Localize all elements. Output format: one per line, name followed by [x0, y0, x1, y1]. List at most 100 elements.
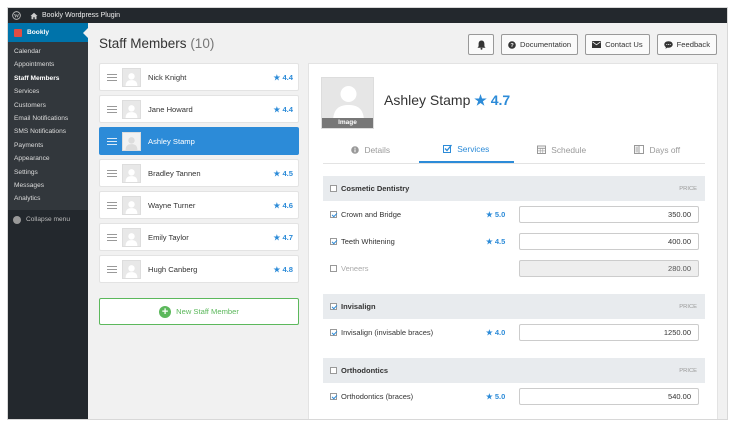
service-row: Orthodontics (braces) ★ 5.0 540.00	[323, 383, 705, 410]
page-title: Staff Members (10)	[99, 36, 214, 51]
tab-details[interactable]: Details	[323, 136, 419, 163]
tab-days-off[interactable]: Days off	[610, 136, 706, 163]
sidebar-item-customers[interactable]: Customers	[8, 99, 88, 112]
header-actions: ? Documentation Contact Us Feedback	[468, 34, 717, 55]
sidebar-item-payments[interactable]: Payments	[8, 139, 88, 152]
sidebar-item-appointments[interactable]: Appointments	[8, 58, 88, 71]
avatar	[122, 131, 141, 151]
service-checkbox[interactable]	[330, 265, 337, 272]
star-icon: ★	[273, 265, 281, 274]
staff-rating-value: 4.7	[282, 233, 293, 242]
group-checkbox[interactable]	[330, 303, 337, 310]
service-group-header[interactable]: Orthodontics PRICE	[323, 358, 705, 383]
drag-handle-icon[interactable]	[107, 265, 117, 273]
contact-us-label: Contact Us	[605, 40, 643, 49]
star-icon: ★	[474, 92, 487, 108]
collapse-menu-label: Collapse menu	[26, 216, 70, 224]
sidebar-item-sms-notifications[interactable]: SMS Notifications	[8, 125, 88, 138]
envelope-icon	[592, 41, 602, 48]
staff-name: Wayne Turner	[148, 200, 196, 210]
service-row: Teeth Whitening ★ 4.5 400.00	[323, 228, 705, 255]
documentation-button[interactable]: ? Documentation	[501, 34, 579, 55]
staff-item[interactable]: Hugh Canberg ★ 4.8	[99, 255, 299, 283]
staff-rating-value: 4.5	[282, 169, 293, 178]
sidebar-item-email-notifications[interactable]: Email Notifications	[8, 112, 88, 125]
service-rating: ★ 5.0	[486, 210, 505, 219]
tab-schedule[interactable]: Schedule	[514, 136, 610, 163]
service-group-name: Invisalign	[341, 302, 376, 311]
avatar	[122, 259, 141, 279]
staff-item[interactable]: Nick Knight ★ 4.4	[99, 63, 299, 91]
question-circle-icon: ?	[508, 40, 516, 49]
service-group-header[interactable]: Cosmetic Dentistry PRICE	[323, 176, 705, 201]
drag-handle-icon[interactable]	[107, 169, 117, 177]
sidebar-item-messages[interactable]: Messages	[8, 179, 88, 192]
service-price-input[interactable]: 1250.00	[519, 324, 699, 341]
star-icon: ★	[273, 169, 281, 178]
staff-name: Emily Taylor	[148, 232, 189, 242]
photo-image-label: Image	[322, 118, 373, 128]
sidebar-item-bookly[interactable]: Bookly	[8, 23, 88, 42]
drag-handle-icon[interactable]	[107, 137, 117, 145]
sidebar-item-staff-members[interactable]: Staff Members	[8, 72, 88, 85]
svg-text:W: W	[13, 13, 19, 19]
star-icon: ★	[273, 105, 281, 114]
sidebar-item-calendar[interactable]: Calendar	[8, 45, 88, 58]
user-silhouette-icon	[333, 86, 364, 122]
tab-services[interactable]: Services	[418, 136, 514, 163]
group-checkbox[interactable]	[330, 367, 337, 374]
staff-detail-panel: Image Ashley Stamp ★ 4.7 Details Service…	[308, 63, 718, 419]
sidebar-item-appearance[interactable]: Appearance	[8, 152, 88, 165]
service-name: Veneers	[341, 264, 369, 273]
staff-rating-value: 4.6	[282, 201, 293, 210]
site-title[interactable]: Bookly Wordpress Plugin	[42, 12, 120, 19]
drag-handle-icon[interactable]	[107, 233, 117, 241]
avatar	[122, 195, 141, 215]
service-price-input[interactable]: 540.00	[519, 388, 699, 405]
avatar	[122, 227, 141, 247]
info-icon	[351, 145, 360, 154]
collapse-menu-button[interactable]: Collapse menu	[8, 210, 88, 224]
staff-rating: ★ 4.4	[274, 73, 294, 82]
bookly-icon	[14, 28, 22, 37]
service-row: Invisalign (invisable braces) ★ 4.0 1250…	[323, 319, 705, 346]
star-icon: ★	[486, 392, 493, 401]
group-checkbox[interactable]	[330, 185, 337, 192]
staff-item[interactable]: Bradley Tannen ★ 4.5	[99, 159, 299, 187]
service-checkbox[interactable]	[330, 329, 337, 336]
staff-item-selected[interactable]: Ashley Stamp	[99, 127, 299, 155]
service-price-input[interactable]: 400.00	[519, 233, 699, 250]
avatar	[122, 163, 141, 183]
service-name: Crown and Bridge	[341, 210, 402, 219]
notifications-button[interactable]	[468, 34, 494, 55]
detail-tabs: Details Services Schedule Days off	[323, 136, 705, 164]
wordpress-logo-icon[interactable]: W	[8, 8, 24, 23]
service-price-input[interactable]: 350.00	[519, 206, 699, 223]
service-checkbox[interactable]	[330, 211, 337, 218]
drag-handle-icon[interactable]	[107, 201, 117, 209]
new-staff-member-button[interactable]: + New Staff Member	[99, 298, 299, 325]
staff-item[interactable]: Wayne Turner ★ 4.6	[99, 191, 299, 219]
service-checkbox[interactable]	[330, 393, 337, 400]
feedback-label: Feedback	[676, 40, 710, 49]
tab-schedule-label: Schedule	[551, 144, 587, 155]
drag-handle-icon[interactable]	[107, 73, 117, 81]
service-group-name: Cosmetic Dentistry	[341, 184, 410, 193]
feedback-button[interactable]: Feedback	[656, 34, 717, 55]
staff-item[interactable]: Jane Howard ★ 4.4	[99, 95, 299, 123]
drag-handle-icon[interactable]	[107, 105, 117, 113]
service-rating: ★ 4.0	[486, 328, 505, 337]
staff-item[interactable]: Emily Taylor ★ 4.7	[99, 223, 299, 251]
sidebar-item-analytics[interactable]: Analytics	[8, 192, 88, 205]
staff-rating: ★ 4.4	[274, 105, 294, 114]
contact-us-button[interactable]: Contact Us	[585, 34, 650, 55]
staff-detail-name: Ashley Stamp ★ 4.7	[384, 92, 510, 109]
services-list: Cosmetic Dentistry PRICE Crown and Bridg…	[323, 176, 705, 410]
service-group-header[interactable]: Invisalign PRICE	[323, 294, 705, 319]
staff-photo[interactable]: Image	[321, 77, 374, 129]
service-checkbox[interactable]	[330, 238, 337, 245]
sidebar-item-services[interactable]: Services	[8, 85, 88, 98]
home-icon[interactable]	[30, 12, 38, 20]
staff-name: Hugh Canberg	[148, 264, 198, 274]
sidebar-item-settings[interactable]: Settings	[8, 166, 88, 179]
